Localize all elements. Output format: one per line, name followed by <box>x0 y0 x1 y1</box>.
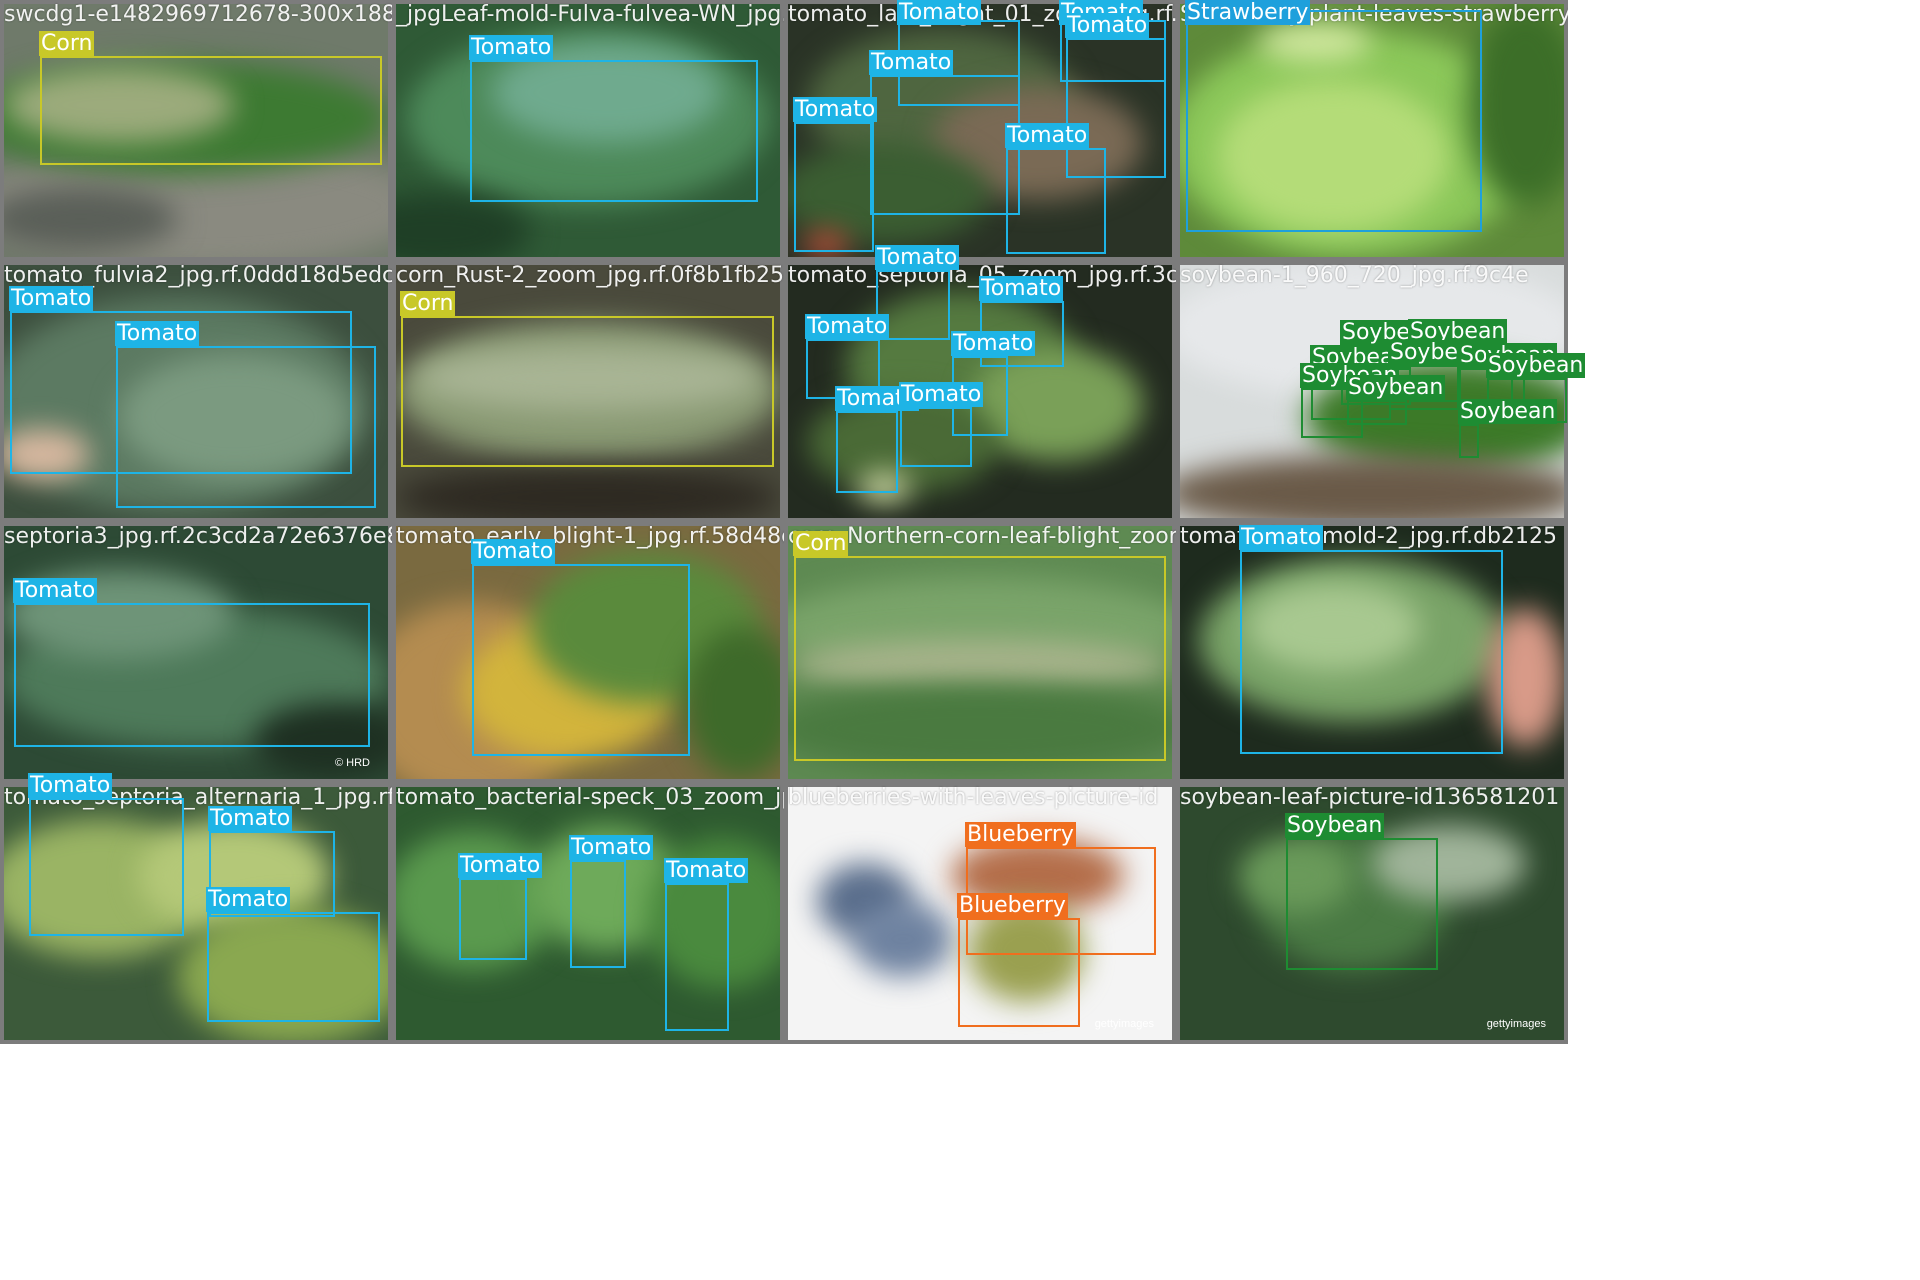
photo-watermark: gettyimages <box>1486 1018 1546 1030</box>
photo-region <box>396 193 531 257</box>
detection-label: Tomato <box>458 853 543 878</box>
tile-filename: tomato_leaf_mold-2_jpg.rf.db2125 <box>1180 524 1557 549</box>
detection-label: Tomato <box>569 835 654 860</box>
detection-label: Tomato <box>28 773 113 798</box>
detection-box <box>1186 10 1482 232</box>
detection-box <box>207 912 380 1022</box>
detection-label: Tomato <box>664 858 749 883</box>
detection-label: Corn <box>400 291 456 316</box>
detection-label: Corn <box>39 31 95 56</box>
detection-label: Soybean <box>1285 813 1385 838</box>
detection-box <box>40 56 382 165</box>
detection-label: Tomato <box>1005 123 1090 148</box>
detection-label: Tomato <box>899 382 984 407</box>
detection-box <box>14 603 370 747</box>
detection-box <box>958 918 1080 1027</box>
detection-label: Tomato <box>979 276 1064 301</box>
detection-label: Blueberry <box>957 893 1068 918</box>
tile-filename: corn_Rust-2_zoom_jpg.rf.0f8b1fb2561 <box>396 263 784 288</box>
detection-label: Blueberry <box>965 822 1076 847</box>
tile-filename: tomato_early_blight-1_jpg.rf.58d48e <box>396 524 784 549</box>
detection-box <box>570 860 626 968</box>
detection-box <box>116 346 376 508</box>
detection-box <box>836 411 898 493</box>
detection-label: Tomato <box>1239 525 1324 550</box>
detection-box <box>29 798 184 936</box>
photo-region <box>853 900 954 977</box>
detection-label: Soybean <box>1346 375 1446 400</box>
detection-box <box>900 407 972 467</box>
detection-label: Tomato <box>13 578 98 603</box>
detection-label: Tomato <box>805 314 890 339</box>
tile-filename: blueberries-with-leaves-picture-id <box>788 785 1159 810</box>
detection-box <box>472 564 690 756</box>
detection-box <box>1006 148 1106 254</box>
detection-box <box>459 878 527 960</box>
detection-label: Soybean <box>1458 399 1558 424</box>
detection-label: Tomato <box>469 35 554 60</box>
detection-label: Tomato <box>875 245 960 270</box>
tile-filename: soybean-leaf-picture-id136581201 <box>1180 785 1560 810</box>
detection-box <box>665 883 729 1031</box>
detection-label: Tomato <box>9 286 94 311</box>
detection-label: Tomato <box>206 887 291 912</box>
detection-label: Tomato <box>1065 13 1150 38</box>
photo-watermark: © HRD <box>335 757 370 769</box>
tile-filename: _jpgLeaf-mold-Fulva-fulvea-WN_jpg.rf.af2… <box>396 2 784 27</box>
image-mosaic: swcdg1-e1482969712678-300x188_jpg.rf.6d1… <box>0 0 1586 1045</box>
detection-box <box>1347 400 1407 425</box>
tile-filename: tomato_fulvia2_jpg.rf.0ddd18d5edc4e3288f… <box>4 263 392 288</box>
detection-label: Tomato <box>897 0 982 25</box>
photo-region <box>396 466 780 518</box>
photo-region <box>1180 454 1564 518</box>
detection-box <box>794 122 874 252</box>
detection-box <box>1459 424 1479 458</box>
detection-label: Tomato <box>471 539 556 564</box>
tile-filename: swcdg1-e1482969712678-300x188_jpg.rf.6d1… <box>4 2 392 27</box>
detection-box <box>470 60 758 202</box>
detection-label: Tomato <box>208 806 293 831</box>
detection-label: Soybean <box>1486 353 1586 378</box>
detection-label: Tomato <box>115 321 200 346</box>
detection-label: Tomato <box>869 50 954 75</box>
tile-filename: septoria3_jpg.rf.2c3cd2a72e6376e8a92b47 <box>4 524 392 549</box>
photo-watermark: gettyimages <box>1094 1018 1154 1030</box>
tile-filename: tomato_bacterial-speck_03_zoom_jpg.rf.e0… <box>396 785 784 810</box>
detection-box <box>870 75 1020 215</box>
detection-box <box>1286 838 1438 970</box>
detection-label: Corn <box>793 531 849 556</box>
tile-filename: soybean-1_960_720_jpg.rf.9c4e <box>1180 263 1529 288</box>
detection-label: Strawberry <box>1185 0 1311 25</box>
detection-label: Tomato <box>951 331 1036 356</box>
detection-box <box>794 556 1166 761</box>
detection-label: Tomato <box>793 97 878 122</box>
detection-box <box>401 316 774 467</box>
detection-box <box>1240 550 1503 754</box>
